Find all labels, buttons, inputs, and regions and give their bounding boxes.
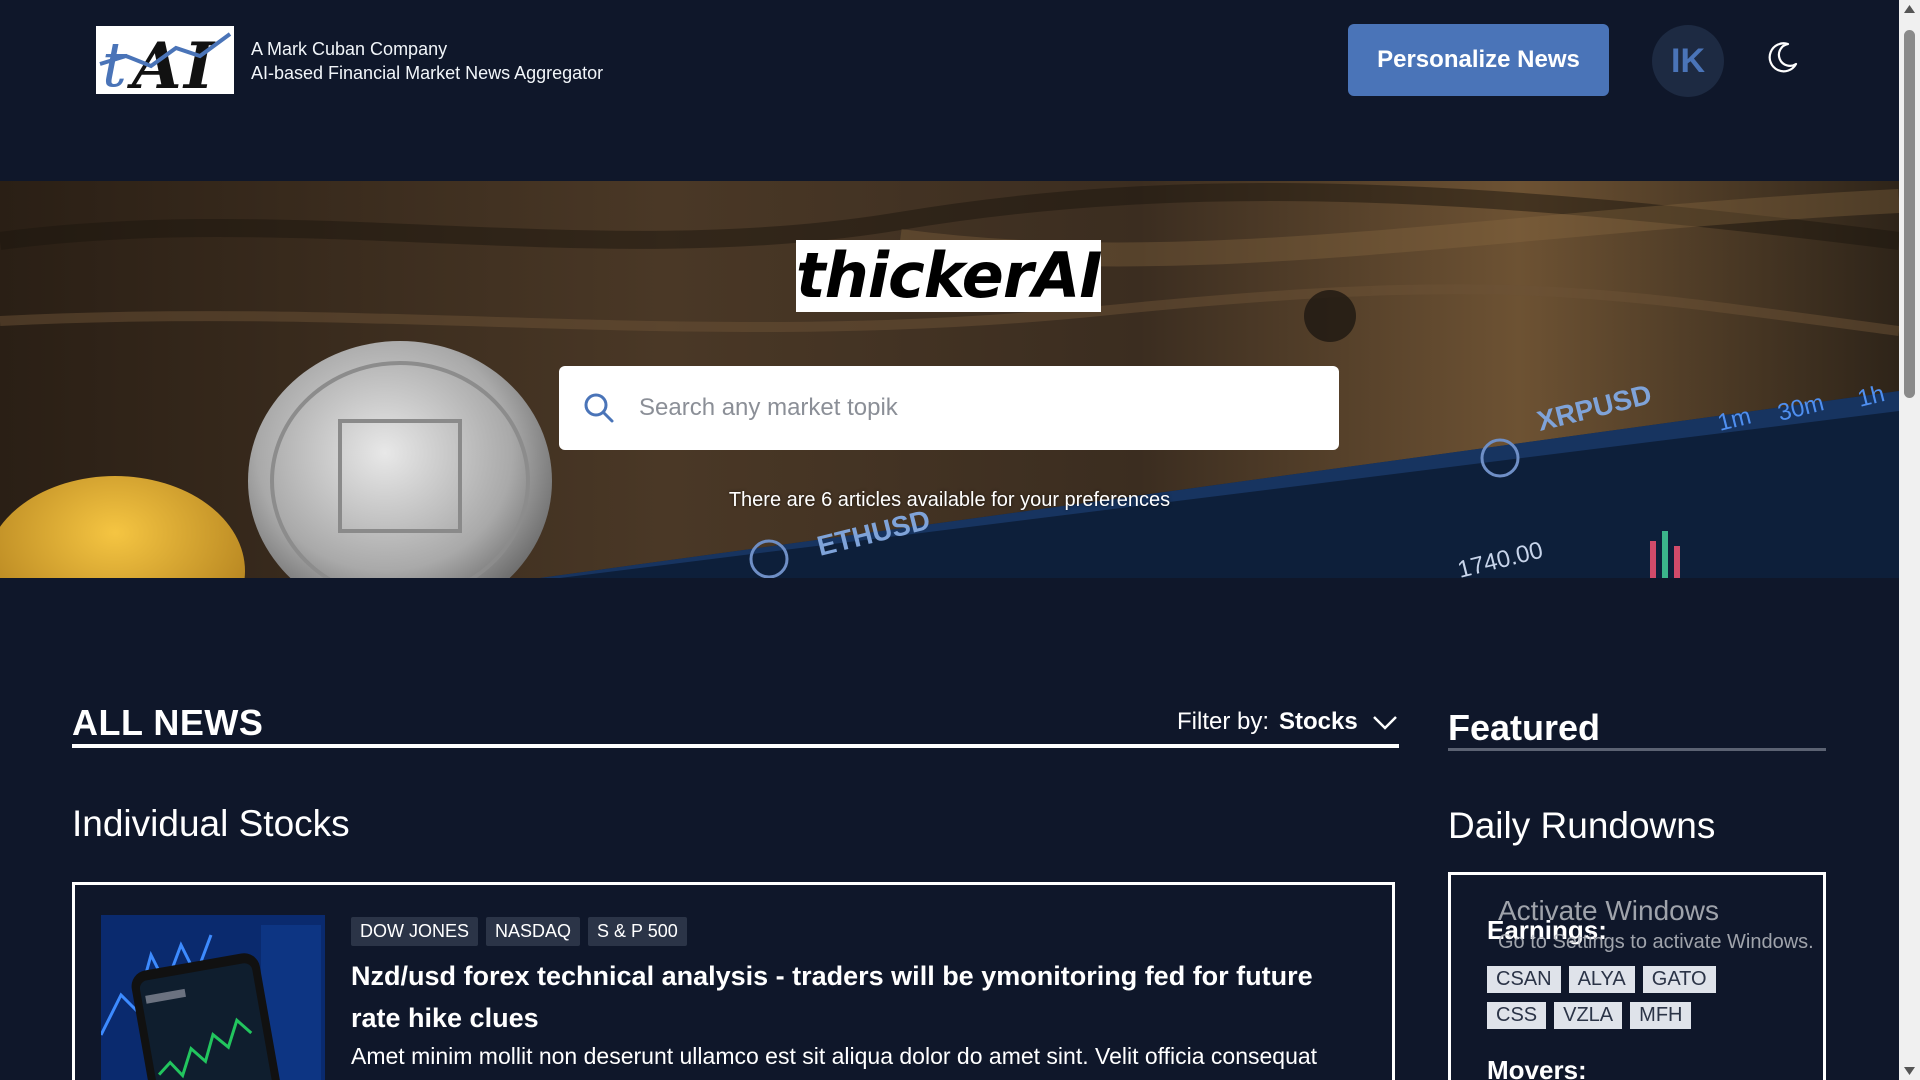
tai-logo[interactable]: t A I <box>96 26 234 94</box>
articles-count-text: There are 6 articles available for your … <box>728 489 1171 511</box>
ticker-tag[interactable]: CSAN <box>1487 966 1561 993</box>
ticker-tag[interactable]: ALYA <box>1568 966 1635 993</box>
svg-text:I: I <box>182 29 216 94</box>
filter-dropdown[interactable]: Filter by: Stocks <box>1177 708 1398 736</box>
ticker-tag[interactable]: MFH <box>1630 1002 1692 1029</box>
section-heading-individual-stocks: Individual Stocks <box>72 803 350 844</box>
article-excerpt: Amet minim mollit non deserunt ullamco e… <box>351 1043 1318 1069</box>
watermark-title: Activate Windows <box>1498 895 1719 926</box>
page: t A I A Mark Cuban Company AI-based Fina… <box>0 0 1899 1080</box>
tag-dow-jones[interactable]: DOW JONES <box>351 917 479 946</box>
moon-icon[interactable] <box>1766 40 1800 74</box>
divider <box>72 744 1399 748</box>
filter-label: Filter by: <box>1177 708 1270 735</box>
search-input[interactable] <box>637 393 1321 423</box>
all-news-heading: ALL NEWS <box>72 702 264 743</box>
tag-nasdaq[interactable]: NASDAQ <box>486 917 581 946</box>
user-avatar[interactable]: IK <box>1652 25 1724 97</box>
news-article-card[interactable]: DOW JONES NASDAQ S & P 500 Nzd/usd forex… <box>72 882 1395 1080</box>
scrollbar-thumb[interactable] <box>1904 30 1915 398</box>
earnings-tags-row: CSS VZLA MFH <box>1487 1002 1692 1029</box>
ticker-tag[interactable]: CSS <box>1487 1002 1547 1029</box>
search-box[interactable] <box>559 366 1339 450</box>
ticker-tag[interactable]: VZLA <box>1554 1002 1623 1029</box>
tag-sp-500[interactable]: S & P 500 <box>588 917 687 946</box>
personalize-news-button[interactable]: Personalize News <box>1348 24 1609 96</box>
tagline: A Mark Cuban Company AI-based Financial … <box>251 37 603 85</box>
article-thumbnail-image[interactable] <box>101 915 325 1080</box>
ticker-tag[interactable]: GATO <box>1642 966 1716 993</box>
featured-divider <box>1448 748 1826 751</box>
movers-label: Movers: <box>1487 1055 1587 1080</box>
watermark-subtitle: Go to Settings to activate Windows. <box>1498 931 1814 953</box>
tagline-company: A Mark Cuban Company <box>251 39 448 59</box>
daily-rundowns-heading: Daily Rundowns <box>1448 805 1716 846</box>
brand-title: thickerAI <box>796 239 1102 312</box>
vertical-scrollbar[interactable] <box>1899 0 1920 1080</box>
scroll-down-arrow-icon[interactable] <box>1903 1066 1916 1076</box>
article-tags: DOW JONES NASDAQ S & P 500 <box>351 917 687 946</box>
search-icon <box>584 393 614 423</box>
filter-value[interactable]: Stocks <box>1279 708 1358 736</box>
earnings-tags-row: CSAN ALYA GATO <box>1487 966 1716 993</box>
article-headline[interactable]: Nzd/usd forex technical analysis - trade… <box>351 955 1361 1039</box>
activate-windows-watermark: Activate Windows Go to Settings to activ… <box>1498 895 1814 954</box>
scroll-up-arrow-icon[interactable] <box>1903 4 1916 14</box>
chevron-down-icon[interactable] <box>1372 712 1398 732</box>
tagline-description: AI-based Financial Market News Aggregato… <box>251 63 604 83</box>
featured-heading: Featured <box>1448 707 1601 748</box>
